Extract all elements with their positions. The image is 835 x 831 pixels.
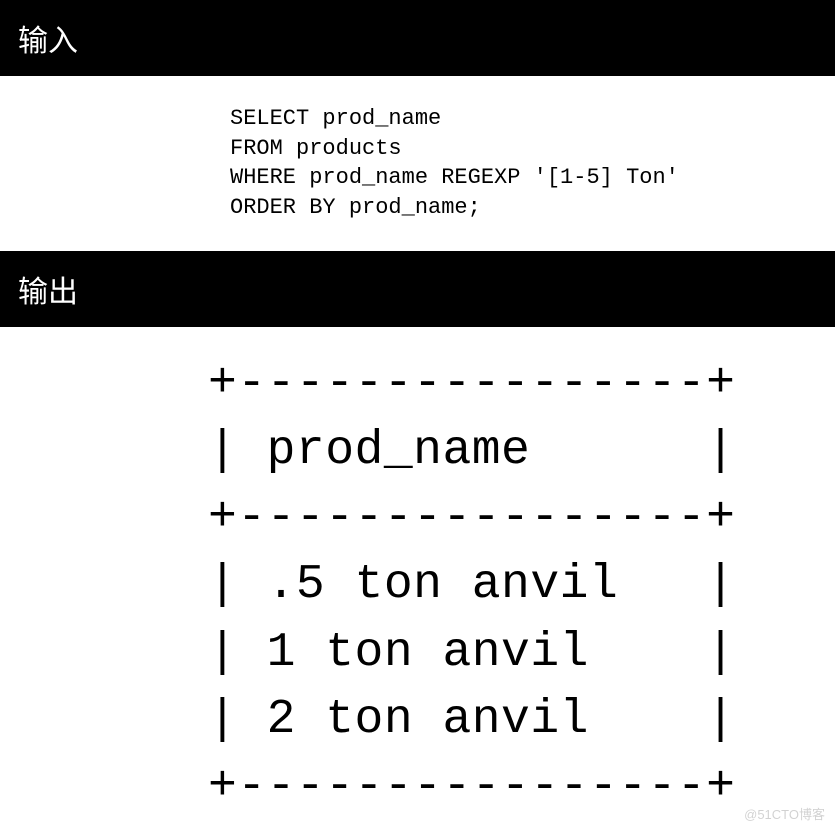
table-border-top: +----------------+ xyxy=(208,357,735,411)
sql-line-1: SELECT prod_name xyxy=(230,106,441,131)
sql-line-2: FROM products xyxy=(230,136,402,161)
sql-code-block: SELECT prod_name FROM products WHERE pro… xyxy=(0,76,835,251)
result-table: +----------------+ | prod_name | +------… xyxy=(0,327,835,821)
sql-line-3: WHERE prod_name REGEXP '[1-5] Ton' xyxy=(230,165,679,190)
input-header-bar: 输入 xyxy=(0,0,835,76)
table-row: | .5 ton anvil | xyxy=(208,558,735,612)
table-border-mid: +----------------+ xyxy=(208,491,735,545)
output-header-label: 输出 xyxy=(18,267,78,311)
table-header-row: | prod_name | xyxy=(208,424,735,478)
table-row: | 2 ton anvil | xyxy=(208,693,735,747)
table-border-bottom: +----------------+ xyxy=(208,760,735,814)
table-row: | 1 ton anvil | xyxy=(208,626,735,680)
sql-line-4: ORDER BY prod_name; xyxy=(230,195,481,220)
output-header-bar: 输出 xyxy=(0,251,835,327)
input-header-label: 输入 xyxy=(18,16,78,60)
